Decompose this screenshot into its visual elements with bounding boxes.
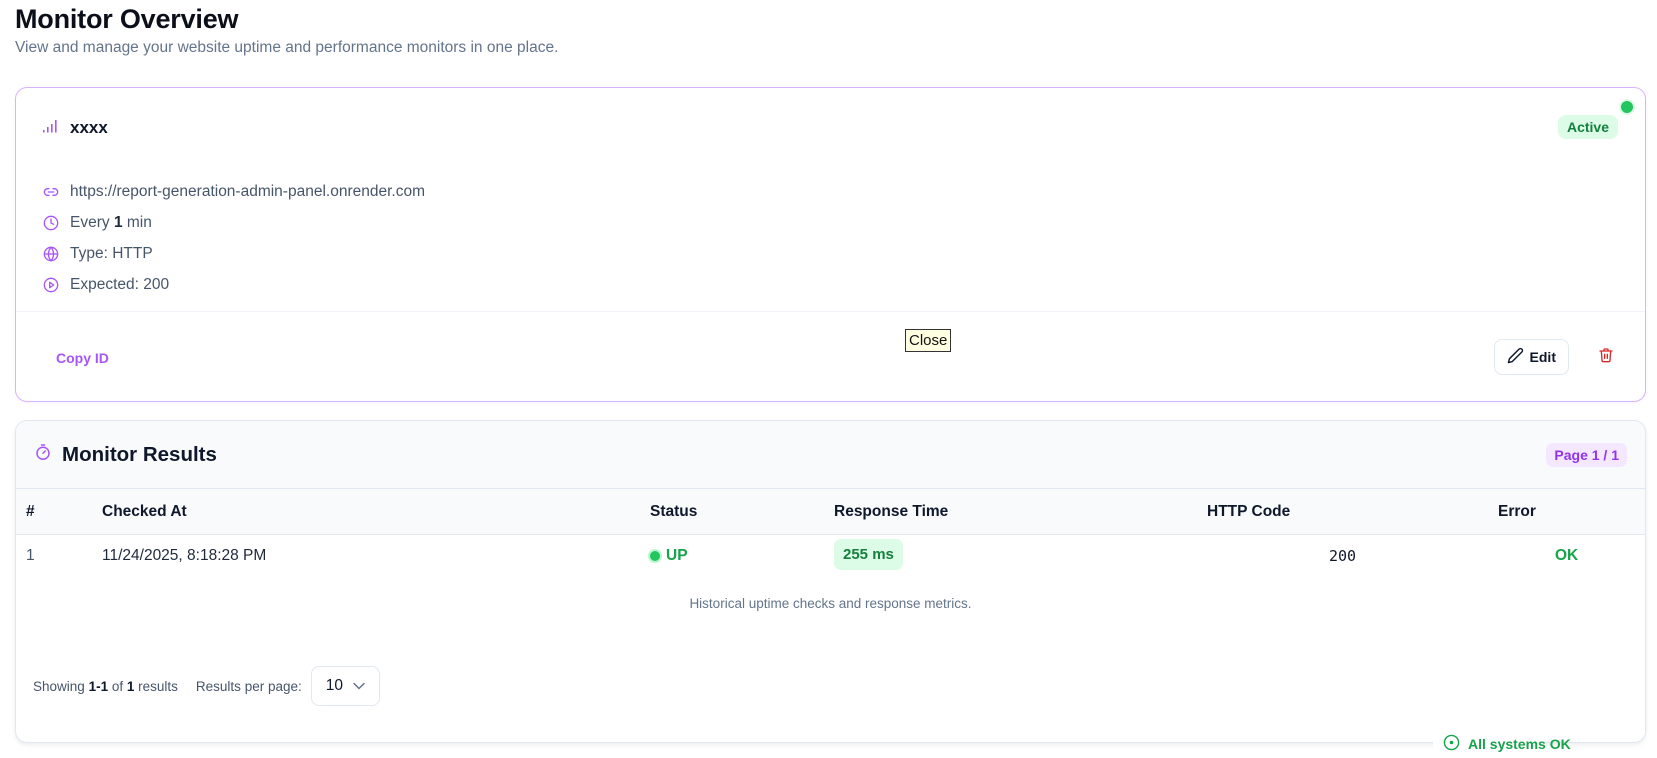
row-status: UP	[650, 547, 688, 565]
type-text: Type: HTTP	[70, 244, 153, 262]
row-error: OK	[1555, 547, 1579, 564]
signal-icon	[42, 119, 60, 138]
column-http-code: HTTP Code	[1207, 503, 1291, 520]
monitor-expected: Expected: 200	[42, 269, 425, 300]
row-checked-at: 11/24/2025, 8:18:28 PM	[102, 547, 267, 564]
pencil-icon	[1507, 347, 1524, 367]
card-divider	[16, 311, 1645, 312]
interval-text: Every 1 min	[70, 213, 152, 231]
table-caption: Historical uptime checks and response me…	[689, 596, 972, 611]
per-page-value: 10	[325, 677, 343, 694]
row-response-time: 255 ms	[834, 539, 903, 570]
column-response-time: Response Time	[834, 503, 949, 520]
page-title: Monitor Overview	[15, 4, 239, 34]
monitor-interval: Every 1 min	[42, 207, 425, 238]
system-status: All systems OK	[1433, 729, 1571, 758]
close-tooltip: Close	[905, 329, 952, 352]
row-status-text: UP	[666, 547, 688, 564]
column-checked-at: Checked At	[102, 503, 187, 520]
trash-icon	[1598, 346, 1614, 369]
column-error: Error	[1498, 503, 1536, 520]
per-page-select[interactable]: 10	[310, 666, 380, 706]
row-index: 1	[26, 547, 35, 564]
row-http-code: 200	[1329, 547, 1357, 565]
system-status-text: All systems OK	[1468, 735, 1571, 752]
monitor-url-text: https://report-generation-admin-panel.on…	[70, 182, 425, 200]
monitor-type: Type: HTTP	[42, 238, 425, 269]
link-icon	[42, 183, 60, 201]
delete-button[interactable]	[1595, 346, 1617, 368]
globe-icon	[42, 245, 60, 263]
results-header: Monitor Results Page 1 / 1	[16, 421, 1645, 489]
edit-button-label: Edit	[1529, 349, 1556, 365]
monitor-card: xxxx Active https://report-generation-ad…	[15, 87, 1646, 402]
page-badge: Page 1 / 1	[1546, 443, 1627, 467]
expected-text: Expected: 200	[70, 275, 170, 293]
monitor-url: https://report-generation-admin-panel.on…	[42, 176, 425, 207]
results-title: Monitor Results	[62, 443, 217, 466]
table-header: # Checked At Status Response Time HTTP C…	[16, 489, 1645, 535]
monitor-results-card: Monitor Results Page 1 / 1 # Checked At …	[15, 420, 1646, 743]
column-index: #	[26, 503, 35, 520]
clock-icon	[42, 214, 60, 232]
per-page-label: Results per page:	[195, 678, 302, 694]
monitor-header: xxxx	[42, 118, 108, 138]
monitor-details: https://report-generation-admin-panel.on…	[42, 176, 425, 300]
live-status-dot	[1621, 101, 1633, 113]
play-circle-icon	[42, 276, 60, 294]
chevron-down-icon	[352, 677, 365, 695]
stopwatch-icon	[34, 443, 52, 467]
edit-button[interactable]: Edit	[1493, 339, 1569, 375]
table-row: 1 11/24/2025, 8:18:28 PM UP 255 ms 200 O…	[16, 535, 1645, 577]
column-status: Status	[650, 503, 698, 520]
showing-text: Showing 1-1 of 1 results	[33, 678, 178, 694]
check-circle-icon	[1443, 734, 1460, 754]
status-badge: Active	[1557, 115, 1618, 139]
results-title-wrap: Monitor Results	[34, 443, 217, 467]
page-subtitle: View and manage your website uptime and …	[15, 39, 559, 56]
monitor-name: xxxx	[70, 118, 108, 137]
pagination: Showing 1-1 of 1 results Results per pag…	[33, 666, 380, 706]
copy-id-button[interactable]: Copy ID	[56, 350, 109, 366]
status-dot	[650, 551, 660, 561]
